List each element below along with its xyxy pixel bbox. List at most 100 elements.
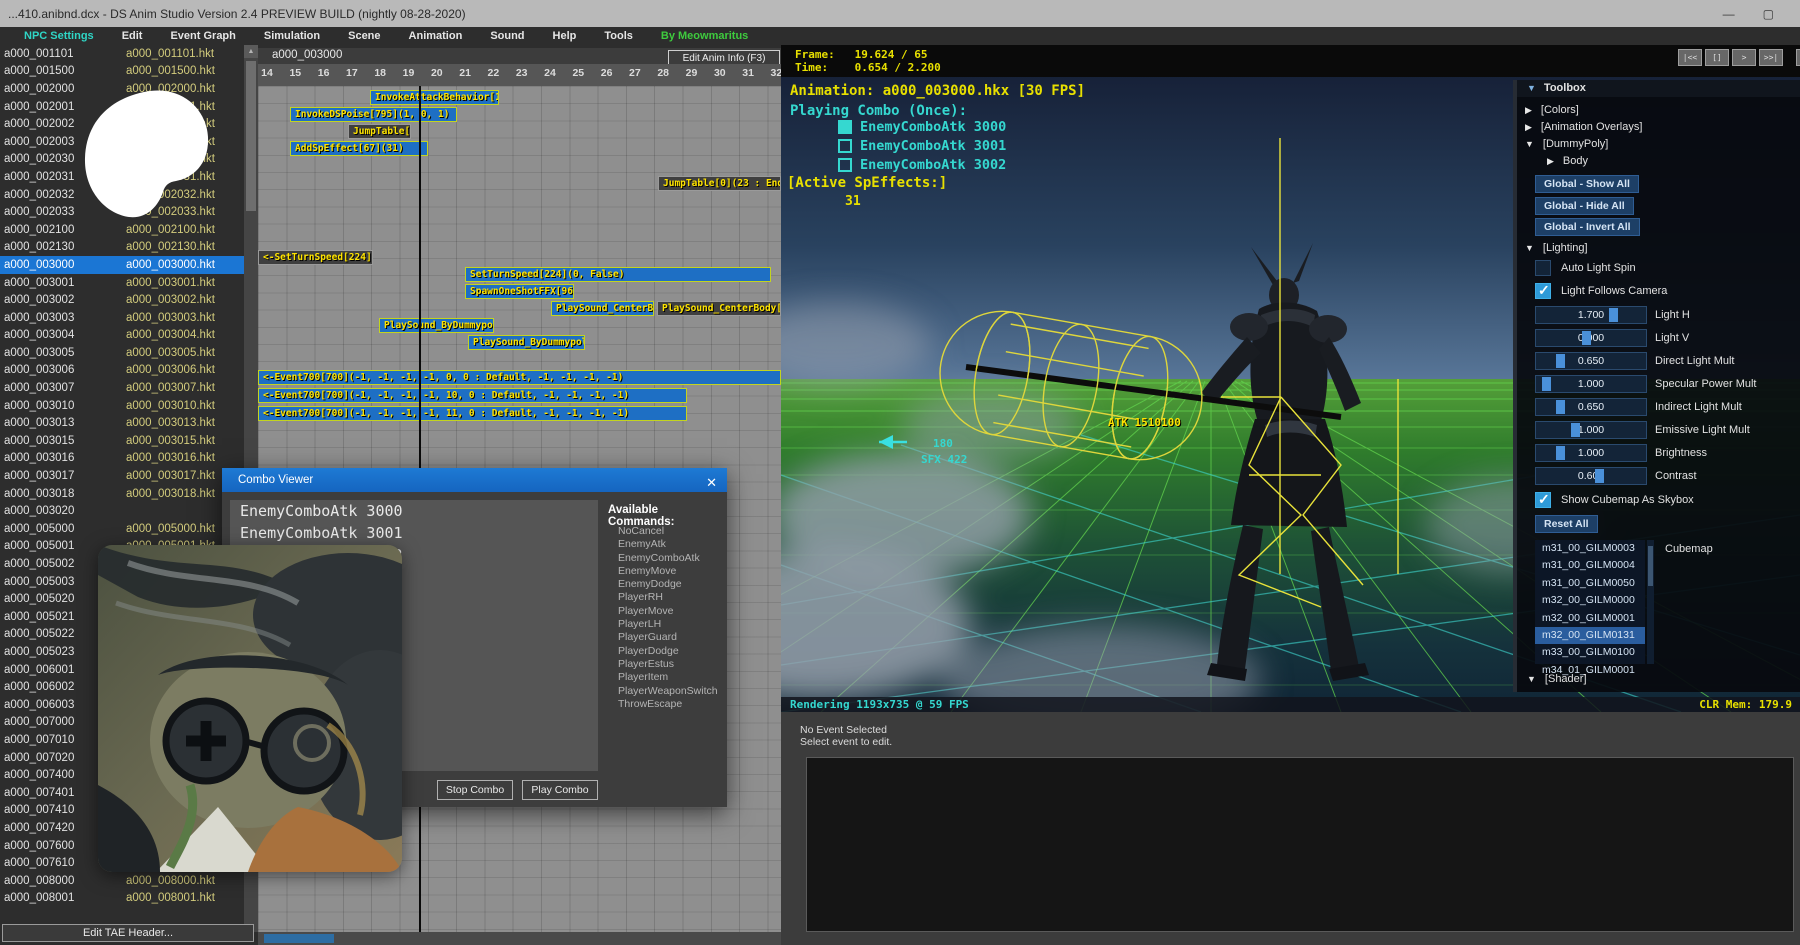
checked-checkbox-icon[interactable] xyxy=(1535,283,1551,299)
anim-row[interactable]: a000_003000a000_003000.hkt xyxy=(0,256,244,274)
cubemap-list[interactable]: m31_00_GILM0003m31_00_GILM0004m31_00_GIL… xyxy=(1535,540,1645,664)
slider-handle[interactable] xyxy=(1582,331,1591,345)
edit-tae-header-button[interactable]: Edit TAE Header... xyxy=(2,924,254,942)
slider-handle[interactable] xyxy=(1556,400,1565,414)
chevron-down-icon[interactable]: ▼ xyxy=(1525,243,1534,253)
cubemap-scrollbar[interactable] xyxy=(1647,540,1654,664)
checked-checkbox-icon[interactable] xyxy=(838,120,852,134)
cubemap-item[interactable]: m32_00_GILM0001 xyxy=(1535,610,1645,627)
toolbox-scrollbar[interactable] xyxy=(1513,80,1517,692)
timeline-event-bar[interactable]: InvokeDSPoise[795](1, 0, 1) xyxy=(290,107,457,122)
slider-handle[interactable] xyxy=(1556,354,1565,368)
playback-button[interactable]: |<< xyxy=(1678,49,1702,66)
anim-row[interactable]: a000_002130a000_002130.hkt xyxy=(0,239,244,257)
anim-row[interactable]: a000_008001a000_008001.hkt xyxy=(0,890,244,908)
stop-combo-button[interactable]: Stop Combo xyxy=(437,780,513,800)
anim-row[interactable]: a000_001101a000_001101.hkt xyxy=(0,45,244,63)
cubemap-item[interactable]: m32_00_GILM0131 xyxy=(1535,627,1645,644)
toolbox-checkbox-row[interactable]: Auto Light Spin xyxy=(1535,260,1636,276)
slider-handle[interactable] xyxy=(1556,446,1565,460)
timeline-event-bar[interactable]: JumpTable[0](23 : End If xyxy=(658,176,781,191)
playback-button[interactable]: <| xyxy=(1796,49,1800,66)
slider-handle[interactable] xyxy=(1595,469,1604,483)
playback-button[interactable]: [] xyxy=(1705,49,1729,66)
global-dummypoly-button[interactable]: Global - Invert All xyxy=(1535,218,1640,236)
minimize-icon[interactable]: — xyxy=(1723,7,1735,21)
anim-row[interactable]: a000_003007a000_003007.hkt xyxy=(0,379,244,397)
scroll-up-icon[interactable]: ▲ xyxy=(244,45,258,58)
toolbox-header[interactable]: ▼Toolbox xyxy=(1517,80,1800,97)
scrollbar-thumb[interactable] xyxy=(246,61,256,211)
timeline-event-bar[interactable]: PlaySound_ByDummypoly[191] xyxy=(379,318,494,333)
light-slider[interactable]: 1.000 xyxy=(1535,421,1647,439)
light-slider[interactable]: 0.600 xyxy=(1535,467,1647,485)
light-slider[interactable]: 1.000 xyxy=(1535,375,1647,393)
anim-row[interactable]: a000_002100a000_002100.hkt xyxy=(0,221,244,239)
anim-row[interactable]: a000_008000a000_008000.hkt xyxy=(0,872,244,890)
anim-row[interactable]: a000_003003a000_003003.hkt xyxy=(0,309,244,327)
timeline-hscrollbar[interactable] xyxy=(258,932,781,945)
anim-row[interactable]: a000_003006a000_003006.hkt xyxy=(0,362,244,380)
light-slider[interactable]: 0.000 xyxy=(1535,329,1647,347)
menu-item-tools[interactable]: Tools xyxy=(590,30,647,42)
reset-all-button[interactable]: Reset All xyxy=(1535,515,1598,533)
timeline-event-bar[interactable]: SetTurnSpeed[224](0, False) xyxy=(465,267,771,282)
anim-row[interactable]: a000_003005a000_003005.hkt xyxy=(0,344,244,362)
timeline-event-bar[interactable]: InvokeAttackBehavior[1] xyxy=(370,90,499,105)
global-dummypoly-button[interactable]: Global - Hide All xyxy=(1535,197,1634,215)
slider-handle[interactable] xyxy=(1609,308,1618,322)
anim-row[interactable]: a000_003020 xyxy=(0,502,244,520)
inspector-panel[interactable] xyxy=(806,757,1794,932)
chevron-down-icon[interactable]: ▼ xyxy=(1527,674,1536,684)
anim-row[interactable]: a000_003013a000_003013.hkt xyxy=(0,414,244,432)
toolbox-tree-item[interactable]: ▶[Colors] xyxy=(1525,102,1579,118)
toolbox-tree-item[interactable]: ▶Body xyxy=(1547,153,1588,169)
unchecked-checkbox-icon[interactable] xyxy=(1535,260,1551,276)
toolbox-tree-item[interactable]: ▼[DummyPoly] xyxy=(1525,136,1608,152)
light-slider[interactable]: 0.650 xyxy=(1535,352,1647,370)
playback-button[interactable]: >>| xyxy=(1759,49,1783,66)
lighting-section-header[interactable]: ▼[Lighting] xyxy=(1525,240,1588,256)
light-slider[interactable]: 0.650 xyxy=(1535,398,1647,416)
chevron-right-icon[interactable]: ▶ xyxy=(1547,156,1554,166)
chevron-right-icon[interactable]: ▶ xyxy=(1525,122,1532,132)
anim-row[interactable]: a000_003015a000_003015.hkt xyxy=(0,432,244,450)
combo-list-item[interactable]: EnemyComboAtk 3001 xyxy=(230,522,598,544)
timeline-event-bar[interactable]: <-SetTurnSpeed[224](20 xyxy=(258,250,373,265)
menu-item-help[interactable]: Help xyxy=(539,30,591,42)
scrollbar-thumb[interactable] xyxy=(1648,546,1653,586)
menu-item-event-graph[interactable]: Event Graph xyxy=(156,30,249,42)
cubemap-item[interactable]: m33_00_GILM0100 xyxy=(1535,644,1645,661)
menu-item-by-meowmaritus[interactable]: By Meowmaritus xyxy=(647,30,762,42)
light-slider[interactable]: 1.700 xyxy=(1535,306,1647,324)
timeline-event-bar[interactable]: <-Event700[700](-1, -1, -1, -1, 0, 0 : D… xyxy=(258,370,781,385)
anim-row[interactable]: a000_003001a000_003001.hkt xyxy=(0,274,244,292)
toolbox-checkbox-row[interactable]: Show Cubemap As Skybox xyxy=(1535,492,1694,508)
toolbox-tree-item[interactable]: ▶[Animation Overlays] xyxy=(1525,119,1642,135)
combo-list-item[interactable]: EnemyComboAtk 3000 xyxy=(230,500,598,522)
maximize-icon[interactable]: ▢ xyxy=(1763,7,1774,21)
dialog-title-bar[interactable]: Combo Viewer ✕ xyxy=(222,468,727,492)
anim-row[interactable]: a000_005000a000_005000.hkt xyxy=(0,520,244,538)
shader-section-header[interactable]: ▼[Shader] xyxy=(1527,673,1587,685)
menu-item-scene[interactable]: Scene xyxy=(334,30,394,42)
anim-row[interactable]: a000_003016a000_003016.hkt xyxy=(0,450,244,468)
anim-row[interactable]: a000_001500a000_001500.hkt xyxy=(0,63,244,81)
anim-row[interactable]: a000_003002a000_003002.hkt xyxy=(0,291,244,309)
timeline-event-bar[interactable]: PlaySound_CenterBody[ xyxy=(551,301,654,316)
light-slider[interactable]: 1.000 xyxy=(1535,444,1647,462)
play-combo-button[interactable]: Play Combo xyxy=(522,780,598,800)
unchecked-checkbox-icon[interactable] xyxy=(838,139,852,153)
scrollbar-thumb[interactable] xyxy=(264,934,334,943)
timeline-event-bar[interactable]: <-Event700[700](-1, -1, -1, -1, 11, 0 : … xyxy=(258,406,687,421)
anim-row[interactable]: a000_003004a000_003004.hkt xyxy=(0,327,244,345)
chevron-right-icon[interactable]: ▶ xyxy=(1525,105,1532,115)
chevron-down-icon[interactable]: ▼ xyxy=(1525,139,1534,149)
combo-check-row[interactable]: EnemyComboAtk 3001 xyxy=(838,138,1006,154)
cubemap-item[interactable]: m31_00_GILM0003 xyxy=(1535,540,1645,557)
timeline-event-bar[interactable]: SpawnOneShotFFX[96] xyxy=(465,284,574,299)
global-dummypoly-button[interactable]: Global - Show All xyxy=(1535,175,1639,193)
timeline-event-bar[interactable]: PlaySound_ByDummypoly[191] xyxy=(468,335,585,350)
toolbox-checkbox-row[interactable]: Light Follows Camera xyxy=(1535,283,1667,299)
menu-item-sound[interactable]: Sound xyxy=(476,30,538,42)
